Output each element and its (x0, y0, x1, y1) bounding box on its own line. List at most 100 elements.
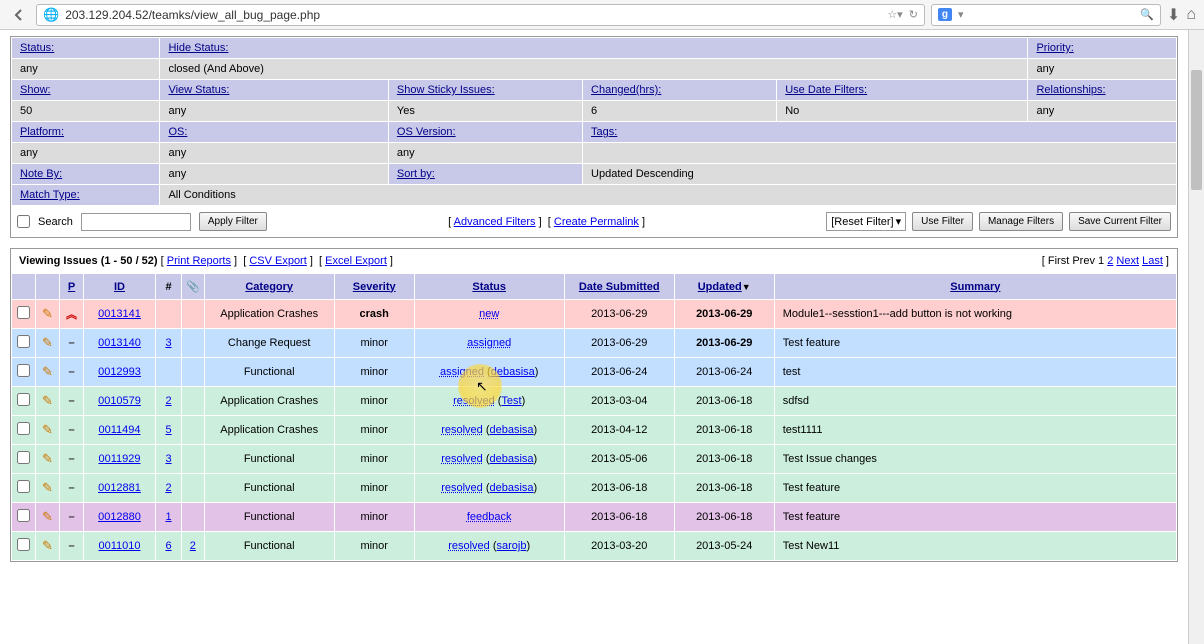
note-count-link[interactable]: 5 (165, 424, 171, 436)
filter-sort-by-label[interactable]: Sort by: (397, 168, 435, 180)
edit-icon[interactable]: ✎ (42, 306, 53, 321)
issue-id-link[interactable]: 0011929 (98, 453, 140, 465)
back-button[interactable] (8, 4, 30, 26)
browser-search[interactable]: g ▾ 🔍 (931, 4, 1161, 26)
issue-id-link[interactable]: 0013140 (98, 337, 141, 349)
issue-id-link[interactable]: 0012880 (98, 511, 141, 523)
filter-note-by-label[interactable]: Note By: (20, 168, 62, 180)
search-icon[interactable]: 🔍 (1140, 8, 1154, 21)
assignee-link[interactable]: debasisa (490, 482, 534, 494)
search-checkbox[interactable] (17, 215, 30, 228)
row-select-checkbox[interactable] (17, 306, 30, 319)
status-link[interactable]: resolved (441, 453, 483, 465)
edit-icon[interactable]: ✎ (42, 451, 53, 466)
filter-priority-label[interactable]: Priority: (1036, 42, 1073, 54)
use-filter-button[interactable]: Use Filter (912, 212, 973, 231)
issue-id-link[interactable]: 0011494 (98, 424, 140, 436)
filter-changed-label[interactable]: Changed(hrs): (591, 84, 661, 96)
apply-filter-button[interactable]: Apply Filter (199, 212, 267, 231)
issue-id-link[interactable]: 0012993 (98, 366, 141, 378)
note-count-link[interactable]: 1 (165, 511, 171, 523)
col-category[interactable]: Category (245, 281, 293, 293)
col-priority[interactable]: P (68, 281, 75, 293)
issue-id-link[interactable]: 0010579 (98, 395, 141, 407)
bookmark-icon[interactable]: ☆▾ (887, 8, 902, 21)
edit-icon[interactable]: ✎ (42, 422, 53, 437)
row-select-checkbox[interactable] (17, 451, 30, 464)
col-id[interactable]: ID (114, 281, 125, 293)
assignee-link[interactable]: debasisa (490, 453, 534, 465)
filter-show-label[interactable]: Show: (20, 84, 51, 96)
assignee-link[interactable]: debasisa (491, 366, 535, 378)
manage-filters-button[interactable]: Manage Filters (979, 212, 1063, 231)
col-updated[interactable]: Updated (698, 281, 742, 293)
reload-icon[interactable]: ↻ (909, 8, 918, 21)
print-reports-link[interactable]: Print Reports (167, 255, 231, 267)
save-filter-button[interactable]: Save Current Filter (1069, 212, 1171, 231)
filter-date-filters-label[interactable]: Use Date Filters: (785, 84, 867, 96)
row-select-checkbox[interactable] (17, 393, 30, 406)
reset-filter-dropdown[interactable]: [Reset Filter] ▾ (826, 212, 906, 231)
row-select-checkbox[interactable] (17, 538, 30, 551)
filter-view-status-label[interactable]: View Status: (168, 84, 229, 96)
note-count-link[interactable]: 3 (165, 337, 171, 349)
row-select-checkbox[interactable] (17, 480, 30, 493)
col-summary[interactable]: Summary (950, 281, 1000, 293)
status-link[interactable]: assigned (467, 337, 511, 349)
filter-hide-status-label[interactable]: Hide Status: (168, 42, 228, 54)
search-dropdown-icon[interactable]: ▾ (958, 8, 964, 21)
issue-id-link[interactable]: 0011010 (98, 540, 140, 552)
csv-export-link[interactable]: CSV Export (249, 255, 306, 267)
row-select-checkbox[interactable] (17, 509, 30, 522)
edit-icon[interactable]: ✎ (42, 538, 53, 553)
assignee-link[interactable]: Test (501, 395, 521, 407)
search-input[interactable] (81, 213, 191, 231)
edit-icon[interactable]: ✎ (42, 335, 53, 350)
issue-id-link[interactable]: 0013141 (98, 308, 141, 320)
advanced-filters-link[interactable]: Advanced Filters (454, 216, 536, 228)
create-permalink-link[interactable]: Create Permalink (554, 216, 639, 228)
note-count-link[interactable]: 2 (165, 395, 171, 407)
download-icon[interactable]: ⬇ (1167, 5, 1180, 25)
excel-export-link[interactable]: Excel Export (325, 255, 387, 267)
home-icon[interactable]: ⌂ (1186, 6, 1196, 24)
note-count-link[interactable]: 6 (165, 540, 171, 552)
vertical-scrollbar[interactable] (1188, 30, 1204, 644)
row-select-checkbox[interactable] (17, 422, 30, 435)
row-select-checkbox[interactable] (17, 364, 30, 377)
filter-sticky-label[interactable]: Show Sticky Issues: (397, 84, 495, 96)
filter-os-version-label[interactable]: OS Version: (397, 126, 456, 138)
col-status[interactable]: Status (472, 281, 506, 293)
edit-icon[interactable]: ✎ (42, 393, 53, 408)
status-link[interactable]: new (479, 308, 499, 320)
status-link[interactable]: resolved (441, 424, 483, 436)
filter-match-type-label[interactable]: Match Type: (20, 189, 80, 201)
filter-status-label[interactable]: Status: (20, 42, 54, 54)
status-link[interactable]: assigned (440, 366, 484, 378)
page-2-link[interactable]: 2 (1107, 255, 1113, 267)
note-count-link[interactable]: 2 (165, 482, 171, 494)
filter-relationships-label[interactable]: Relationships: (1036, 84, 1105, 96)
edit-icon[interactable]: ✎ (42, 480, 53, 495)
status-link[interactable]: resolved (448, 540, 490, 552)
col-severity[interactable]: Severity (353, 281, 396, 293)
scroll-thumb[interactable] (1191, 70, 1202, 190)
edit-icon[interactable]: ✎ (42, 509, 53, 524)
status-link[interactable]: feedback (467, 511, 512, 523)
issue-id-link[interactable]: 0012881 (98, 482, 141, 494)
attachment-count-link[interactable]: 2 (190, 540, 196, 552)
next-page-link[interactable]: Next (1116, 255, 1139, 267)
status-link[interactable]: resolved (453, 395, 495, 407)
edit-icon[interactable]: ✎ (42, 364, 53, 379)
note-count-link[interactable]: 3 (165, 453, 171, 465)
status-link[interactable]: resolved (441, 482, 483, 494)
filter-platform-label[interactable]: Platform: (20, 126, 64, 138)
url-bar[interactable]: 🌐 203.129.204.52/teamks/view_all_bug_pag… (36, 4, 925, 26)
assignee-link[interactable]: debasisa (490, 424, 534, 436)
col-date-submitted[interactable]: Date Submitted (579, 281, 660, 293)
filter-tags-label[interactable]: Tags: (591, 126, 617, 138)
last-page-link[interactable]: Last (1142, 255, 1163, 267)
filter-os-label[interactable]: OS: (168, 126, 187, 138)
assignee-link[interactable]: sarojb (497, 540, 527, 552)
row-select-checkbox[interactable] (17, 335, 30, 348)
